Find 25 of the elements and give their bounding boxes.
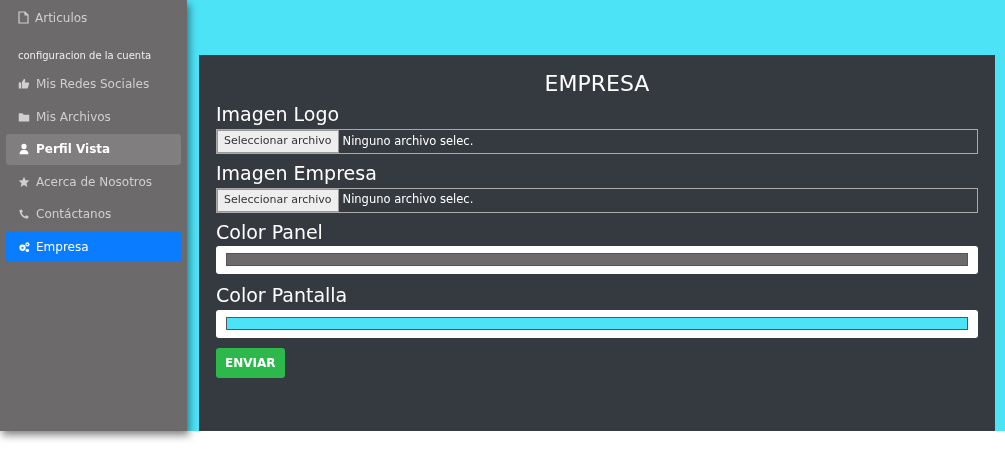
thumbs-up-icon	[18, 78, 30, 90]
star-icon	[18, 175, 30, 188]
submit-button[interactable]: ENVIAR	[216, 348, 285, 379]
person-icon	[18, 143, 30, 155]
form-title: EMPRESA	[543, 70, 651, 98]
file-input[interactable]: Seleccionar archivo Ninguno archivo selec.	[216, 187, 978, 213]
sidebar-item[interactable]: Empresa	[6, 231, 181, 262]
field-label: Color Panel	[216, 220, 324, 244]
color-input[interactable]	[216, 246, 978, 275]
sidebar-item[interactable]: Mis Redes Sociales	[6, 68, 181, 100]
sidebar-item[interactable]: Mis Archivos	[6, 101, 181, 132]
field-label: Imagen Logo	[216, 103, 341, 126]
folder-icon	[18, 110, 30, 123]
sidebar-item[interactable]: Acerca de Nosotros	[6, 166, 181, 197]
phone-icon	[18, 208, 30, 220]
gears-icon	[18, 240, 30, 253]
sidebar-item[interactable]: Articulos	[6, 2, 181, 33]
sidebar-item[interactable]: Contáctanos	[6, 198, 181, 230]
field-label: Imagen Empresa	[216, 161, 378, 185]
field-label: Color Pantalla	[216, 284, 349, 308]
file-input[interactable]: Seleccionar archivo Ninguno archivo selec.	[216, 128, 978, 154]
section-heading: configuracion de la cuenta	[17, 48, 153, 63]
sidebar-item[interactable]: Perfil Vista	[6, 133, 181, 165]
color-input[interactable]	[216, 310, 978, 339]
document-icon	[18, 11, 29, 24]
